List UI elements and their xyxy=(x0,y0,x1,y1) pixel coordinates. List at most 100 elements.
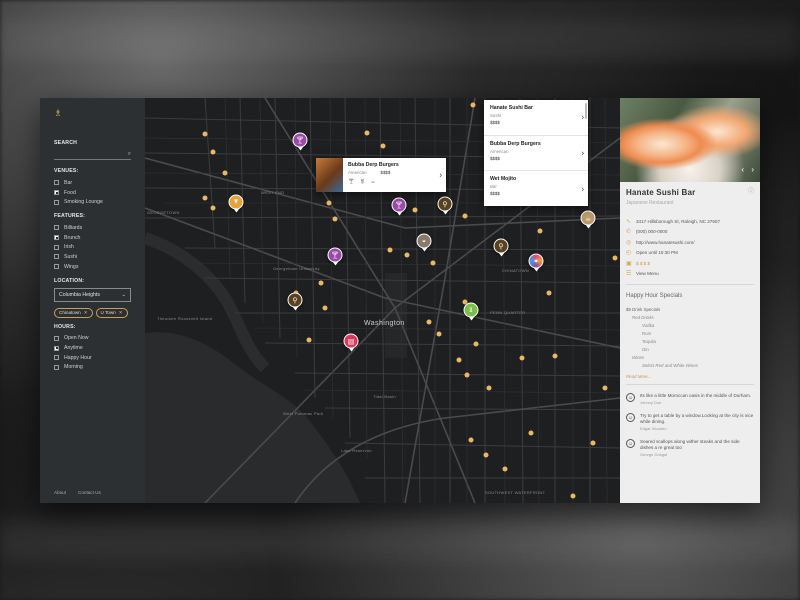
map-dot[interactable] xyxy=(546,290,552,296)
checkbox-sushi[interactable]: Sushi xyxy=(54,252,131,262)
food-pin[interactable]: ◒ xyxy=(416,233,432,249)
search-icon[interactable]: ⌕ xyxy=(128,151,131,158)
map-dot[interactable] xyxy=(332,216,338,222)
checkbox-box[interactable] xyxy=(54,180,59,186)
map-dot[interactable] xyxy=(326,200,332,206)
about-link[interactable]: About xyxy=(54,490,66,495)
map-dot[interactable] xyxy=(456,357,462,363)
food-pin[interactable]: ☕︎ xyxy=(580,210,596,226)
bar-pin[interactable]: 🍸︎ xyxy=(391,197,407,213)
location-select[interactable]: Columbia Heights ⌄ xyxy=(54,287,131,302)
checkbox-box[interactable] xyxy=(54,364,59,370)
map-dot[interactable] xyxy=(468,437,474,443)
tag-u-town[interactable]: U Town ✕ xyxy=(95,307,128,318)
chevron-left-icon[interactable]: ‹ xyxy=(741,165,744,174)
close-icon[interactable]: ✕ xyxy=(119,310,123,316)
view-menu-link[interactable]: View Menu xyxy=(636,271,659,276)
checkbox-billiards[interactable]: Billiards xyxy=(54,223,131,233)
checkbox-food[interactable]: Food xyxy=(54,188,131,198)
map[interactable]: Washington WEST END GEORGETOWN CHINATOWN… xyxy=(145,98,620,503)
checkbox-box[interactable] xyxy=(54,335,59,341)
food-pin[interactable]: ⚲ xyxy=(493,238,509,254)
venue-popup[interactable]: Bubba Derp Burgers American $$$$ 🍸︎ ❡ ☕︎… xyxy=(316,158,446,192)
bar-pin[interactable]: 🍸︎ xyxy=(327,247,343,263)
app-window: ♗ SEARCH ⌕ VENUES: Bar Food Smoking Loun… xyxy=(40,98,760,503)
chevron-right-icon[interactable]: › xyxy=(439,171,442,180)
website-link[interactable]: http://www.hanatesushi.com/ xyxy=(636,240,694,245)
food-pin[interactable]: ▤ xyxy=(343,333,359,349)
map-dot[interactable] xyxy=(322,305,328,311)
checkbox-brunch[interactable]: Brunch xyxy=(54,233,131,243)
map-dot[interactable] xyxy=(380,143,386,149)
bar-pin[interactable]: 🍸︎ xyxy=(292,132,308,148)
search-input[interactable] xyxy=(54,151,128,158)
map-dot[interactable] xyxy=(210,205,216,211)
venue-list-item[interactable]: Wet Mojito Bar $$$$ › xyxy=(484,171,588,206)
checkbox-morning[interactable]: Morning xyxy=(54,363,131,373)
map-dot[interactable] xyxy=(483,452,489,458)
info-icon[interactable]: ⓘ xyxy=(748,186,754,195)
map-dot[interactable] xyxy=(318,280,324,286)
map-dot[interactable] xyxy=(528,430,534,436)
map-dot[interactable] xyxy=(306,337,312,343)
review-item: ☺ Seared scallops along wither steaks an… xyxy=(626,439,754,457)
checkbox-box[interactable] xyxy=(54,190,59,196)
chevron-right-icon[interactable]: › xyxy=(581,149,584,158)
map-dot[interactable] xyxy=(404,252,410,258)
map-dot[interactable] xyxy=(222,170,228,176)
chevron-right-icon[interactable]: › xyxy=(581,113,584,122)
map-dot[interactable] xyxy=(462,213,468,219)
food-pin[interactable]: ⚲ xyxy=(287,292,303,308)
map-dot[interactable] xyxy=(502,466,508,472)
map-dot[interactable] xyxy=(473,341,479,347)
featured-pin[interactable]: ✶ xyxy=(528,253,544,269)
map-dot[interactable] xyxy=(590,440,596,446)
venue-list-item[interactable]: Bubba Derp Burgers American $$$$ › xyxy=(484,136,588,172)
checkbox-anytime[interactable]: Anytime xyxy=(54,343,131,353)
map-dot[interactable] xyxy=(430,260,436,266)
checkbox-bar[interactable]: Bar xyxy=(54,178,131,188)
food-pin[interactable]: ⫫ xyxy=(463,302,479,318)
map-dot[interactable] xyxy=(412,207,418,213)
background-stripe xyxy=(0,520,800,560)
map-dot[interactable] xyxy=(436,331,442,337)
chevron-right-icon[interactable]: › xyxy=(581,184,584,193)
contact-link[interactable]: Contact Us xyxy=(78,490,101,495)
food-pin[interactable]: ⚲ xyxy=(437,196,453,212)
checkbox-box[interactable] xyxy=(54,345,59,351)
map-dot[interactable] xyxy=(570,493,576,499)
map-dot[interactable] xyxy=(519,355,525,361)
chevron-right-icon[interactable]: › xyxy=(751,165,754,174)
map-dot[interactable] xyxy=(464,372,470,378)
checkbox-box[interactable] xyxy=(54,225,59,231)
map-dot[interactable] xyxy=(364,130,370,136)
map-dot[interactable] xyxy=(387,247,393,253)
checkbox-box[interactable] xyxy=(54,254,59,260)
checkbox-open-now[interactable]: Open Now xyxy=(54,334,131,344)
map-dot[interactable] xyxy=(470,102,476,108)
map-dot[interactable] xyxy=(202,195,208,201)
checkbox-wings[interactable]: Wings xyxy=(54,262,131,272)
checkbox-box[interactable] xyxy=(54,355,59,361)
phone-text[interactable]: (000) 000-0000 xyxy=(636,229,667,234)
map-dot[interactable] xyxy=(602,385,608,391)
venue-list-item[interactable]: Hanate Sushi Bar Sushi $$$$ › xyxy=(484,100,588,136)
checkbox-happy-hour[interactable]: Happy Hour xyxy=(54,353,131,363)
checkbox-box[interactable] xyxy=(54,199,59,205)
checkbox-box[interactable] xyxy=(54,235,59,241)
read-more-link[interactable]: Read More... xyxy=(626,374,754,379)
map-dot[interactable] xyxy=(486,385,492,391)
map-dot[interactable] xyxy=(552,353,558,359)
map-dot[interactable] xyxy=(537,228,543,234)
map-dot[interactable] xyxy=(210,149,216,155)
checkbox-smoking-lounge[interactable]: Smoking Lounge xyxy=(54,197,131,207)
checkbox-box[interactable] xyxy=(54,244,59,250)
food-pin[interactable]: ▼ xyxy=(228,194,244,210)
map-dot[interactable] xyxy=(612,255,618,261)
map-dot[interactable] xyxy=(426,319,432,325)
checkbox-irish[interactable]: Irish xyxy=(54,242,131,252)
checkbox-box[interactable] xyxy=(54,264,59,270)
close-icon[interactable]: ✕ xyxy=(84,310,88,316)
tag-chinatown[interactable]: Chinatown ✕ xyxy=(54,307,93,318)
map-dot[interactable] xyxy=(202,131,208,137)
